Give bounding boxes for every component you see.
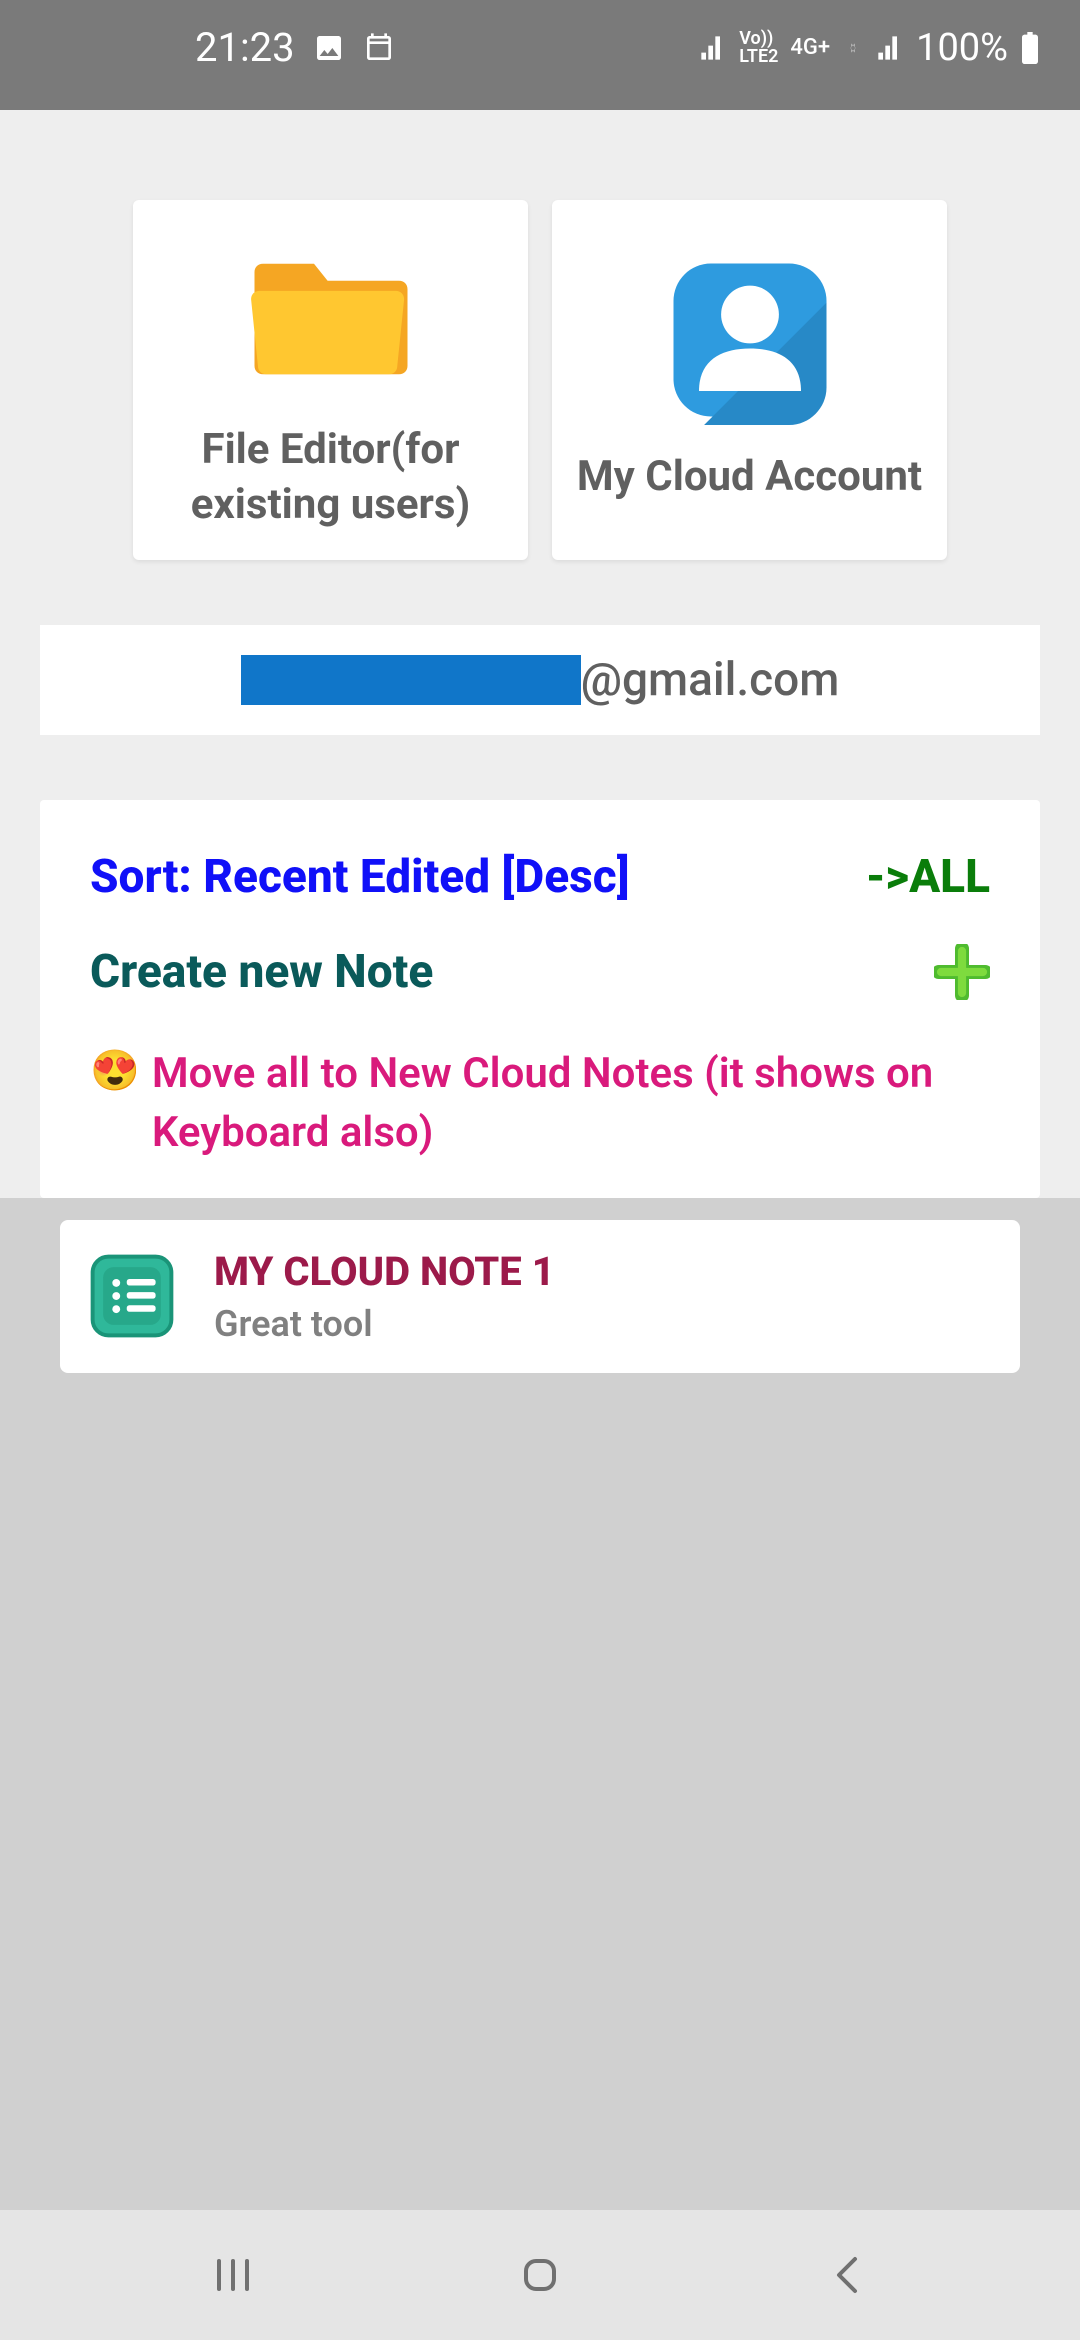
status-right: Vo))LTE2 4G+ 100% <box>699 26 1040 70</box>
cloud-account-card[interactable]: My Cloud Account <box>552 200 947 560</box>
plus-icon[interactable] <box>934 944 990 1000</box>
email-domain: @gmail.com <box>581 653 840 707</box>
actions-panel: Sort: Recent Edited [Desc] ->ALL Create … <box>40 800 1040 1198</box>
status-time: 21:23 <box>195 24 295 71</box>
create-label[interactable]: Create new Note <box>90 945 433 999</box>
note-item[interactable]: MY CLOUD NOTE 1 Great tool <box>60 1220 1020 1373</box>
status-bar: 21:23 Vo))LTE2 4G+ 100% <box>0 0 1080 110</box>
all-label[interactable]: ->ALL <box>866 850 990 904</box>
recents-button[interactable] <box>193 2235 273 2315</box>
notes-list: MY CLOUD NOTE 1 Great tool <box>0 1198 1080 1395</box>
cloud-account-label: My Cloud Account <box>577 450 922 505</box>
note-title: MY CLOUD NOTE 1 <box>214 1248 555 1295</box>
updown-icon <box>842 37 864 59</box>
top-cards: File Editor(for existing users) My Cloud… <box>40 110 1040 560</box>
battery-label: 100% <box>916 26 1008 70</box>
calendar-icon <box>363 32 395 64</box>
image-icon <box>313 32 345 64</box>
folder-icon <box>246 228 416 398</box>
move-label: Move all to New Cloud Notes (it shows on… <box>152 1045 990 1163</box>
battery-icon <box>1020 32 1040 64</box>
lte-label: Vo))LTE2 <box>739 30 778 66</box>
empty-area <box>0 1395 1080 2210</box>
note-text: MY CLOUD NOTE 1 Great tool <box>214 1248 555 1345</box>
sort-label[interactable]: Sort: Recent Edited [Desc] <box>90 850 630 904</box>
status-left: 21:23 <box>195 24 395 71</box>
sort-row[interactable]: Sort: Recent Edited [Desc] ->ALL <box>90 850 990 904</box>
note-list-icon <box>90 1254 174 1338</box>
signal-icon-2 <box>876 34 904 62</box>
file-editor-label: File Editor(for existing users) <box>143 423 518 532</box>
email-redacted <box>241 655 581 705</box>
user-icon <box>665 255 835 425</box>
note-subtitle: Great tool <box>214 1303 555 1345</box>
back-button[interactable] <box>807 2235 887 2315</box>
email-bar[interactable]: @gmail.com <box>40 625 1040 735</box>
content-area: File Editor(for existing users) My Cloud… <box>0 110 1080 2210</box>
move-row[interactable]: 😍 Move all to New Cloud Notes (it shows … <box>90 1045 990 1163</box>
heart-eyes-emoji-icon: 😍 <box>90 1045 140 1097</box>
network-label: 4G+ <box>790 35 830 60</box>
nav-bar <box>0 2210 1080 2340</box>
home-button[interactable] <box>500 2235 580 2315</box>
create-row[interactable]: Create new Note <box>90 944 990 1000</box>
file-editor-card[interactable]: File Editor(for existing users) <box>133 200 528 560</box>
signal-icon-1 <box>699 34 727 62</box>
